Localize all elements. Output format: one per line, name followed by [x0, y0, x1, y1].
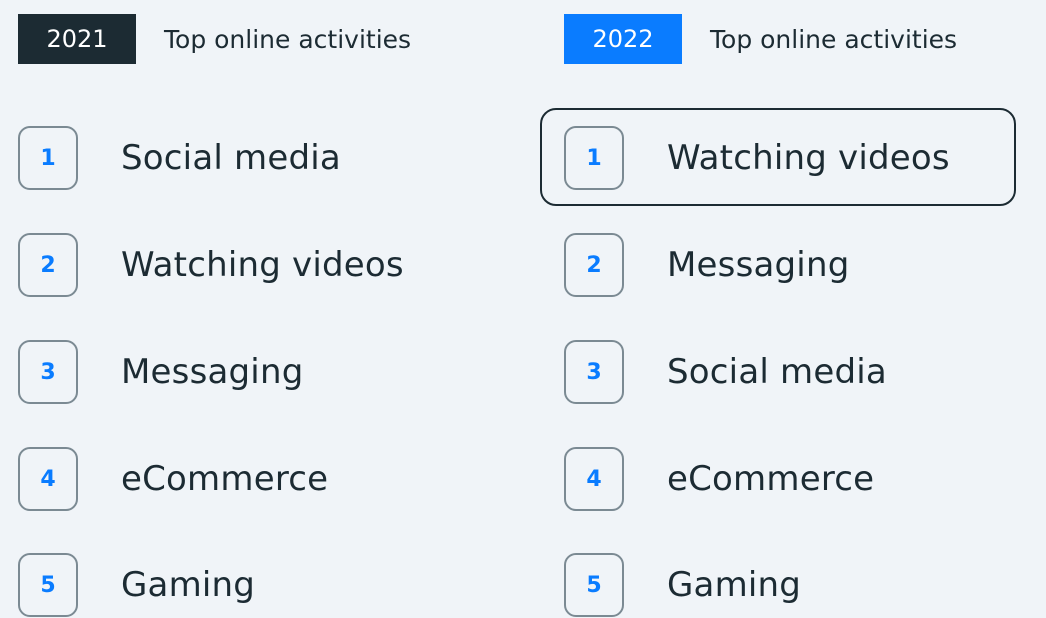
activity-label: Watching videos	[667, 138, 950, 178]
header-title-2021: Top online activities	[164, 24, 412, 54]
rank-badge: 4	[564, 447, 624, 511]
rank-badge: 5	[564, 553, 624, 617]
activity-label: Social media	[121, 138, 341, 178]
ranking-2022-column: 2022 Top online activities 1 Watching vi…	[540, 0, 1046, 617]
year-badge-2021: 2021	[18, 14, 136, 64]
list-item: 3 Social media	[564, 339, 887, 405]
rank-badge: 3	[564, 340, 624, 404]
rank-badge: 3	[18, 340, 78, 404]
activity-label: Gaming	[121, 565, 256, 605]
list-item: 1 Watching videos	[564, 125, 950, 191]
rank-badge: 4	[18, 447, 78, 511]
ranking-2022-header: 2022 Top online activities	[564, 14, 957, 64]
activity-label: Watching videos	[121, 245, 404, 285]
header-title-2022: Top online activities	[710, 24, 958, 54]
list-item: 1 Social media	[18, 125, 341, 191]
activity-label: Messaging	[121, 352, 304, 392]
rank-badge: 2	[18, 233, 78, 297]
list-item: 4 eCommerce	[18, 446, 328, 512]
list-item: 2 Messaging	[564, 232, 849, 298]
list-item: 2 Watching videos	[18, 232, 404, 298]
ranking-2021-column: 2021 Top online activities 1 Social medi…	[18, 0, 518, 617]
list-item: 5 Gaming	[564, 552, 801, 618]
list-item: 3 Messaging	[18, 339, 303, 405]
activity-label: Social media	[667, 352, 887, 392]
list-item: 5 Gaming	[18, 552, 255, 618]
year-badge-2022: 2022	[564, 14, 682, 64]
list-item: 4 eCommerce	[564, 446, 874, 512]
activity-label: Messaging	[667, 245, 850, 285]
rank-badge: 1	[18, 126, 78, 190]
rank-badge: 5	[18, 553, 78, 617]
rank-badge: 2	[564, 233, 624, 297]
activity-label: eCommerce	[667, 459, 875, 499]
activity-label: eCommerce	[121, 459, 329, 499]
ranking-2021-header: 2021 Top online activities	[18, 14, 411, 64]
activity-label: Gaming	[667, 565, 802, 605]
rank-badge: 1	[564, 126, 624, 190]
